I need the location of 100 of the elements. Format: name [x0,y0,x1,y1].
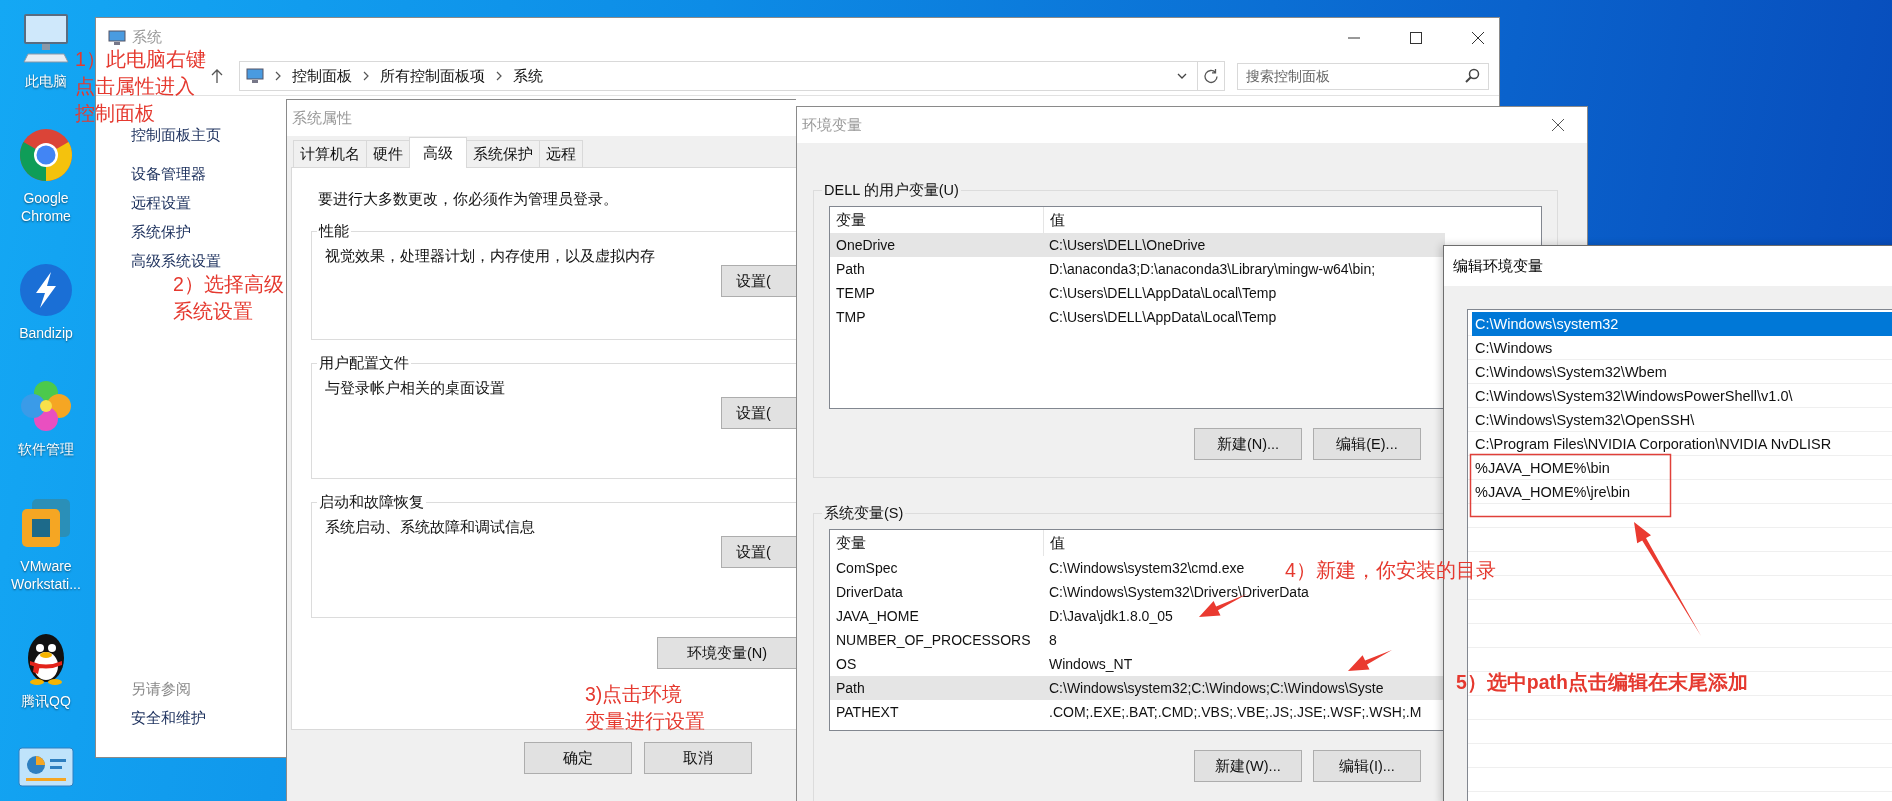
group-title: 启动和故障恢复 [318,493,425,512]
dialog-button[interactable]: 取消 [644,742,752,774]
settings-button[interactable]: 设置( [721,536,796,568]
variable-value: C:\Windows\system32\cmd.exe [1048,560,1245,576]
tab[interactable]: 计算机名 [293,140,367,167]
group-title: 性能 [317,222,350,241]
variable-name: TMP [835,309,867,325]
sidebar-link[interactable]: 高级系统设置 [131,252,221,270]
chrome-icon[interactable] [18,126,74,183]
variable-value: Windows_NT [1048,656,1133,672]
variable-row[interactable]: NUMBER_OF_PROCESSORS 8 [830,628,1057,652]
sidebar-link[interactable]: 安全和维护 [131,709,206,727]
settings-button[interactable]: 设置( [721,397,796,429]
tab[interactable]: 高级 [409,137,467,168]
path-entry[interactable]: C:\Windows\system32 [1472,312,1892,336]
column-header[interactable]: 值 [1044,530,1065,556]
breadcrumb-item[interactable]: 所有控制面板项 [380,66,485,86]
variable-name: OS [835,656,858,672]
variable-row[interactable]: Path C:\Windows\system32;C:\Windows;C:\Windows\Syste [830,676,1445,700]
variable-value: C:\Users\DELL\AppData\Local\Temp [1048,285,1277,301]
variable-name: Path [835,261,866,277]
close-icon[interactable] [1551,118,1565,132]
dialog-title: 编辑环境变量 [1453,256,1543,276]
settings-button[interactable]: 设置( [721,265,796,297]
path-entry[interactable]: C:\Windows\System32\WindowsPowerShell\v1.0\ [1472,384,1892,408]
sidebar-link[interactable]: 控制面板主页 [131,126,221,144]
group-description: 与登录帐户相关的桌面设置 [325,379,506,397]
annotation-note: 变量进行设置 [585,709,705,733]
variable-value: 8 [1048,632,1057,648]
variable-value: C:\Users\DELL\AppData\Local\Temp [1048,309,1277,325]
variable-value: D:\anaconda3;D:\anaconda3\Library\mingw-w64\bin; [1048,261,1376,277]
variable-row[interactable]: TMP C:\Users\DELL\AppData\Local\Temp [830,305,1277,329]
variable-button[interactable]: 编辑(E)... [1313,428,1421,460]
group-description: 视觉效果，处理器计划，内存使用，以及虚拟内存 [325,247,656,265]
breadcrumb-item[interactable]: 系统 [513,66,543,86]
refresh-icon [1203,68,1219,84]
notice-text: 要进行大多数更改，你必须作为管理员登录。 [317,190,619,208]
variable-row[interactable]: JAVA_HOME D:\Java\jdk1.8.0_05 [830,604,1173,628]
chevron-right-icon [495,71,503,81]
path-entry[interactable]: %JAVA_HOME%\jre\bin [1472,480,1892,504]
variable-name: PATHEXT [835,704,900,720]
lightning-icon[interactable] [18,261,74,318]
variable-button[interactable]: 新建(N)... [1194,428,1302,460]
variable-value: C:\Windows\System32\Drivers\DriverData [1048,584,1309,600]
chevron-down-icon[interactable] [1177,71,1187,81]
dialog-button[interactable]: 确定 [524,742,632,774]
sidebar-link[interactable]: 系统保护 [131,223,191,241]
annotation-arrow [1348,650,1392,671]
group-title: DELL 的用户变量(U) [823,181,960,200]
window-title: 系统 [132,28,162,47]
annotation-note: 1）此电脑右键 [75,47,206,71]
dashboard-icon[interactable] [18,746,74,787]
computer-icon [108,29,126,46]
refresh-button[interactable] [1197,61,1225,91]
see-also-heading: 另请参阅 [131,680,191,698]
close-icon[interactable] [1471,30,1485,45]
maximize-icon[interactable] [1409,30,1423,45]
variable-name: OneDrive [835,237,897,253]
variable-value: .COM;.EXE;.BAT;.CMD;.VBS;.VBE;.JS;.JSE;.WSF;.WSH;.M [1048,704,1422,720]
annotation-note: 2）选择高级 [173,272,284,296]
group-title: 系统变量(S) [823,504,905,523]
computer-icon [246,68,264,84]
variable-value: C:\Users\DELL\OneDrive [1048,237,1206,253]
path-entry[interactable]: C:\Program Files\NVIDIA Corporation\NVIDIA NvDLISR [1472,432,1892,456]
variable-name: Path [835,680,866,696]
address-bar[interactable]: 控制面板 所有控制面板项 系统 [239,61,1198,91]
variable-value: D:\Java\jdk1.8.0_05 [1048,608,1173,624]
annotation-note: 3)点击环境 [585,682,683,706]
environment-variables-button[interactable]: 环境变量(N) [657,637,796,669]
group-description: 系统启动、系统故障和调试信息 [325,518,536,536]
chevron-right-icon [274,71,282,81]
search-field[interactable]: 搜索控制面板 [1237,62,1489,90]
variable-name: DriverData [835,584,904,600]
up-arrow-icon[interactable] [209,68,225,84]
chevron-right-icon [362,71,370,81]
path-entry[interactable]: C:\Windows [1472,336,1892,360]
path-entry[interactable]: C:\Windows\System32\Wbem [1472,360,1892,384]
variable-row[interactable]: Path D:\anaconda3;D:\anaconda3\Library\mingw-w64\bin; [830,257,1376,281]
variable-name: TEMP [835,285,876,301]
column-header[interactable]: 值 [1044,207,1065,233]
variable-row[interactable]: TEMP C:\Users\DELL\AppData\Local\Temp [830,281,1277,305]
variable-row[interactable]: DriverData C:\Windows\System32\Drivers\DriverData [830,580,1309,604]
annotation-note: 系统设置 [173,299,253,323]
tab[interactable]: 远程 [539,140,583,167]
variable-button[interactable]: 新建(W)... [1194,750,1302,782]
sidebar-link[interactable]: 设备管理器 [131,165,206,183]
variable-row[interactable]: ComSpec C:\Windows\system32\cmd.exe [830,556,1245,580]
variable-row[interactable]: OS Windows_NT [830,652,1133,676]
column-header[interactable]: 变量 [830,530,1044,556]
variable-row[interactable]: PATHEXT .COM;.EXE;.BAT;.CMD;.VBS;.VBE;.JS;.JSE;.WSF;.WSH;.M [830,700,1422,724]
variable-button[interactable]: 编辑(I)... [1313,750,1421,782]
variable-value: C:\Windows\system32;C:\Windows;C:\Windows\Syste [1048,680,1384,696]
sidebar-link[interactable]: 远程设置 [131,194,191,212]
path-entry[interactable]: %JAVA_HOME%\bin [1472,456,1892,480]
variable-name: NUMBER_OF_PROCESSORS [835,632,1032,648]
dialog-title: 系统属性 [292,108,352,128]
variable-name: ComSpec [835,560,899,576]
path-entry[interactable]: C:\Windows\System32\OpenSSH\ [1472,408,1892,432]
breadcrumb-item[interactable]: 控制面板 [292,66,352,86]
variable-row[interactable]: OneDrive C:\Users\DELL\OneDrive [830,233,1445,257]
